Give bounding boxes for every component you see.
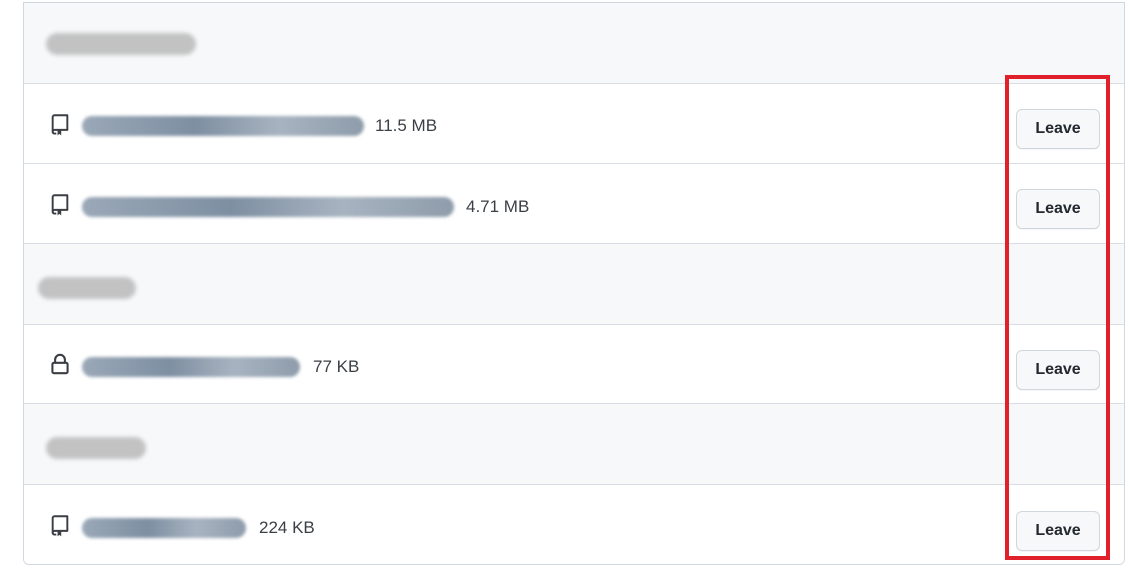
owner-header xyxy=(24,244,1124,325)
leave-button[interactable]: Leave xyxy=(1016,350,1100,390)
repo-icon xyxy=(51,114,69,136)
repository-size: 4.71 MB xyxy=(466,197,530,216)
repository-size: 224 KB xyxy=(259,518,315,537)
lock-icon xyxy=(51,353,69,375)
owner-header xyxy=(24,3,1124,84)
owner-name-redacted xyxy=(38,277,136,299)
repository-link-redacted[interactable] xyxy=(82,116,364,136)
repository-row: 4.71 MB Leave xyxy=(24,164,1124,244)
owner-header xyxy=(24,404,1124,485)
repository-row: 77 KB Leave xyxy=(24,325,1124,404)
repository-list: 11.5 MB Leave 4.71 MB Leave 77 KB Leave xyxy=(23,2,1125,565)
leave-button[interactable]: Leave xyxy=(1016,511,1100,551)
repository-row: 11.5 MB Leave xyxy=(24,84,1124,164)
repository-row: 224 KB Leave xyxy=(24,485,1124,564)
repository-link-redacted[interactable] xyxy=(82,518,246,538)
owner-name-redacted xyxy=(46,437,146,459)
owner-name-redacted xyxy=(46,33,196,55)
repository-size: 77 KB xyxy=(313,357,360,376)
leave-button[interactable]: Leave xyxy=(1016,189,1100,229)
repository-link-redacted[interactable] xyxy=(82,197,454,217)
repository-size: 11.5 MB xyxy=(375,116,438,135)
repo-icon xyxy=(51,194,69,216)
repository-link-redacted[interactable] xyxy=(82,357,300,377)
repo-icon xyxy=(51,515,69,537)
leave-button[interactable]: Leave xyxy=(1016,109,1100,149)
